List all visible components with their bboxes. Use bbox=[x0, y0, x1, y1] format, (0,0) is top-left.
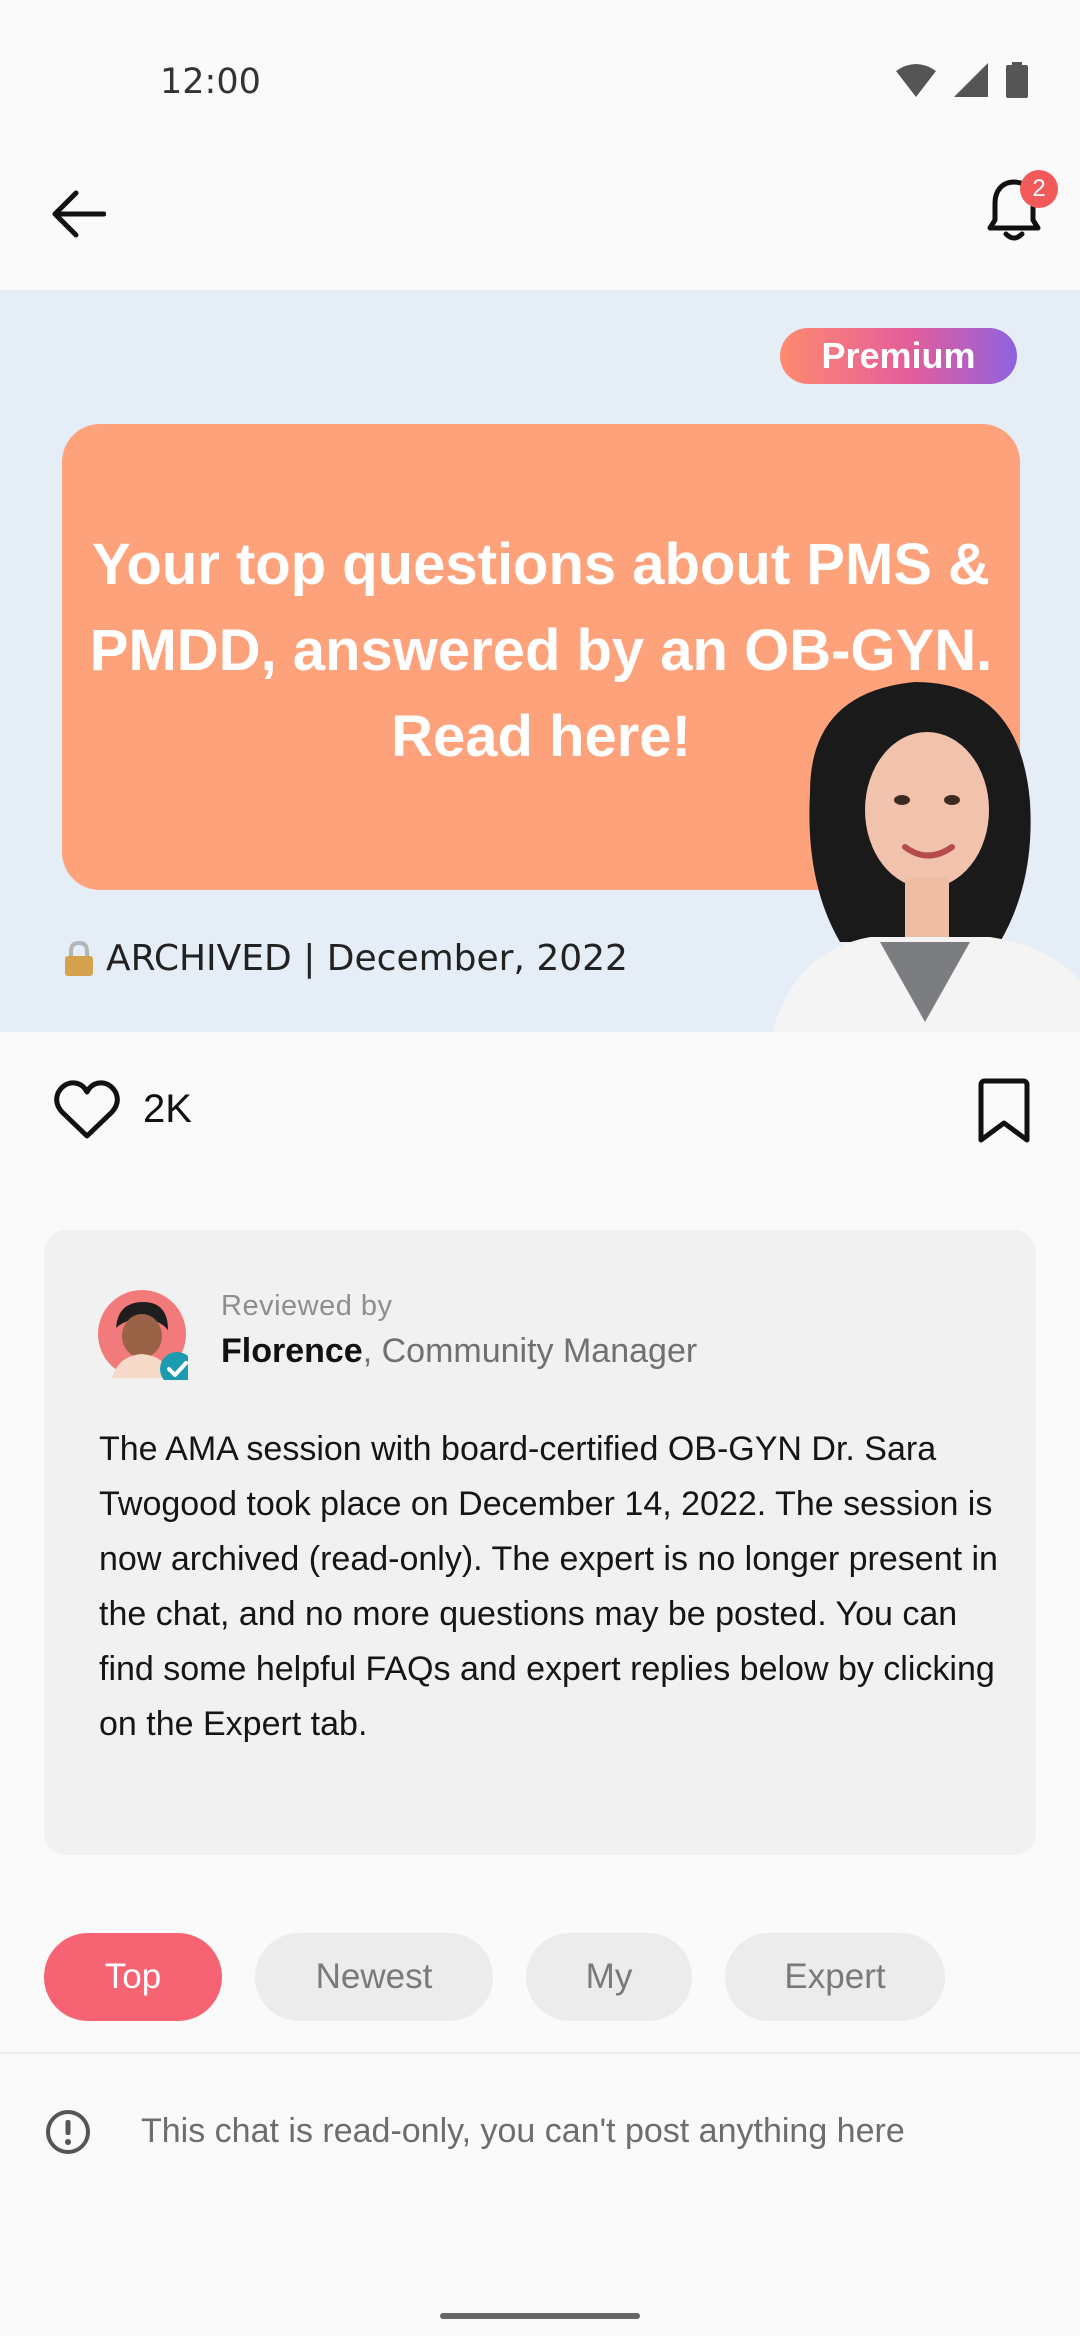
read-only-notice: This chat is read-only, you can't post a… bbox=[141, 2112, 905, 2150]
filter-tabs: Top Newest My Expert bbox=[44, 1933, 945, 2021]
bookmark-icon[interactable] bbox=[975, 1076, 1033, 1146]
like-count: 2K bbox=[143, 1087, 192, 1131]
expert-photo bbox=[772, 682, 1080, 1032]
arrow-back-icon bbox=[52, 190, 106, 238]
reviewer-name: Florence bbox=[221, 1332, 363, 1370]
status-bar: 12:00 bbox=[0, 0, 1080, 165]
notification-count-badge: 2 bbox=[1020, 170, 1058, 208]
heart-icon[interactable] bbox=[52, 1076, 122, 1146]
reviewer-line: Florence, Community Manager bbox=[221, 1332, 697, 1371]
top-app-bar bbox=[0, 165, 1080, 290]
status-icons bbox=[896, 62, 1028, 98]
home-indicator[interactable] bbox=[440, 2313, 640, 2319]
battery-icon bbox=[1006, 62, 1028, 98]
reviewer-avatar bbox=[98, 1290, 188, 1380]
divider bbox=[0, 2052, 1080, 2054]
archive-description: The AMA session with board-certified OB-… bbox=[99, 1430, 998, 1743]
status-time: 12:00 bbox=[160, 62, 261, 102]
hero-banner[interactable]: Premium Your top questions about PMS & P… bbox=[0, 290, 1080, 1032]
tab-top[interactable]: Top bbox=[44, 1933, 222, 2021]
archived-text: ARCHIVED | December, 2022 bbox=[106, 938, 628, 979]
tab-my[interactable]: My bbox=[526, 1933, 692, 2021]
wifi-icon bbox=[896, 64, 936, 97]
back-button[interactable] bbox=[44, 180, 112, 248]
archived-label: ARCHIVED | December, 2022 bbox=[64, 938, 628, 979]
info-alert-icon bbox=[46, 2110, 90, 2154]
lock-icon bbox=[65, 940, 93, 976]
cellular-signal-icon bbox=[954, 63, 988, 97]
premium-badge: Premium bbox=[780, 328, 1017, 384]
reviewed-by-label: Reviewed by bbox=[221, 1290, 393, 1322]
tab-newest[interactable]: Newest bbox=[255, 1933, 493, 2021]
reviewer-role: , Community Manager bbox=[362, 1332, 698, 1370]
tab-expert[interactable]: Expert bbox=[725, 1933, 945, 2021]
